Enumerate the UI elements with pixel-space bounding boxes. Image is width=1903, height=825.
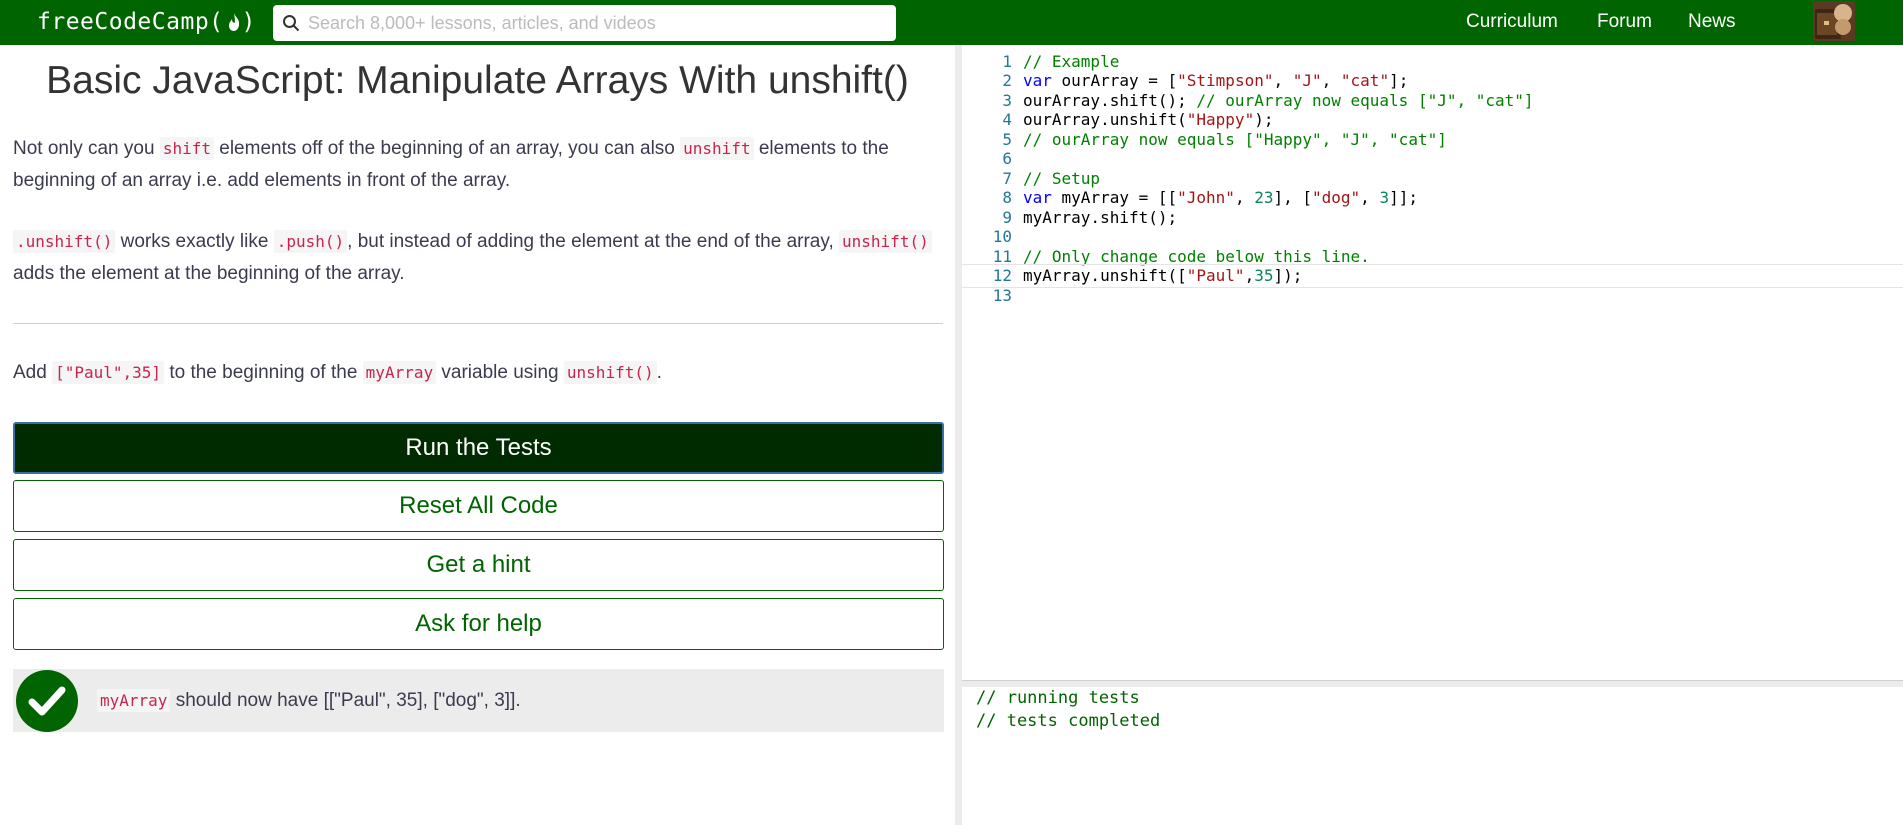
- description-paragraph-2: .unshift() works exactly like .push(), b…: [13, 226, 943, 290]
- check-icon: [16, 669, 78, 732]
- text-segment: Add: [13, 362, 53, 383]
- get-hint-button[interactable]: Get a hint: [13, 539, 944, 591]
- inline-code: myArray: [362, 361, 437, 384]
- line-number: 13: [992, 285, 1012, 305]
- inline-code: shift: [159, 137, 214, 160]
- text-segment: variable using: [436, 362, 564, 383]
- inline-code: myArray: [97, 688, 171, 712]
- nav-link-curriculum[interactable]: Curriculum: [1466, 11, 1558, 33]
- console-line: // tests completed: [976, 711, 1161, 731]
- text-segment: adds the element at the beginning of the…: [13, 263, 405, 284]
- text-segment: should now have [["Paul", 35], ["dog", 3…: [170, 689, 521, 711]
- output-console: // running tests // tests completed: [962, 687, 1903, 825]
- test-description: myArray should now have [["Paul", 35], […: [97, 688, 521, 712]
- inline-code: unshift(): [839, 230, 932, 253]
- ask-help-button[interactable]: Ask for help: [13, 598, 944, 650]
- user-avatar[interactable]: [1813, 1, 1855, 41]
- text-segment: Not only can you: [13, 138, 160, 159]
- text-segment: , but instead of adding the element at t…: [347, 231, 840, 252]
- inline-code: unshift(): [563, 361, 657, 384]
- nav-link-forum[interactable]: Forum: [1597, 11, 1652, 33]
- top-nav-bar: freeCodeCamp( ) Curriculum Forum News: [0, 0, 1903, 45]
- description-paragraph-1: Not only can you shift elements off of t…: [13, 133, 943, 197]
- reset-code-button[interactable]: Reset All Code: [13, 480, 944, 532]
- run-tests-button[interactable]: Run the Tests: [13, 422, 944, 474]
- challenge-panel: Basic JavaScript: Manipulate Arrays With…: [0, 45, 955, 825]
- text-segment: works exactly like: [115, 231, 274, 252]
- text-segment: elements off of the beginning of an arra…: [213, 138, 681, 159]
- logo-text-close: ): [241, 9, 256, 35]
- panel-splitter[interactable]: [955, 45, 962, 825]
- logo-text: freeCodeCamp(: [37, 9, 224, 35]
- flame-icon: [226, 12, 242, 32]
- search-bar[interactable]: [273, 5, 896, 41]
- inline-code: .push(): [273, 230, 348, 253]
- text-segment: to the beginning of the: [164, 362, 363, 383]
- console-line: // running tests: [976, 688, 1140, 708]
- test-result-row: myArray should now have [["Paul", 35], […: [13, 669, 944, 732]
- freecodecamp-logo[interactable]: freeCodeCamp( ): [37, 6, 256, 38]
- text-segment: .: [656, 362, 662, 383]
- inline-code: ["Paul",35]: [52, 361, 165, 384]
- search-icon: [282, 13, 302, 33]
- instructions-paragraph: Add ["Paul",35] to the beginning of the …: [13, 357, 943, 389]
- inline-code: unshift: [680, 137, 754, 160]
- challenge-title: Basic JavaScript: Manipulate Arrays With…: [46, 59, 909, 102]
- code-editor[interactable]: 1// Example 2 var ourArray = ["Stimpson", …: [962, 45, 1903, 680]
- inline-code: .unshift(): [13, 230, 116, 253]
- console-splitter[interactable]: [962, 680, 1903, 687]
- nav-link-news[interactable]: News: [1688, 11, 1736, 33]
- code-line[interactable]: 13: [962, 283, 1903, 307]
- divider: [13, 323, 943, 324]
- search-input[interactable]: [302, 8, 896, 38]
